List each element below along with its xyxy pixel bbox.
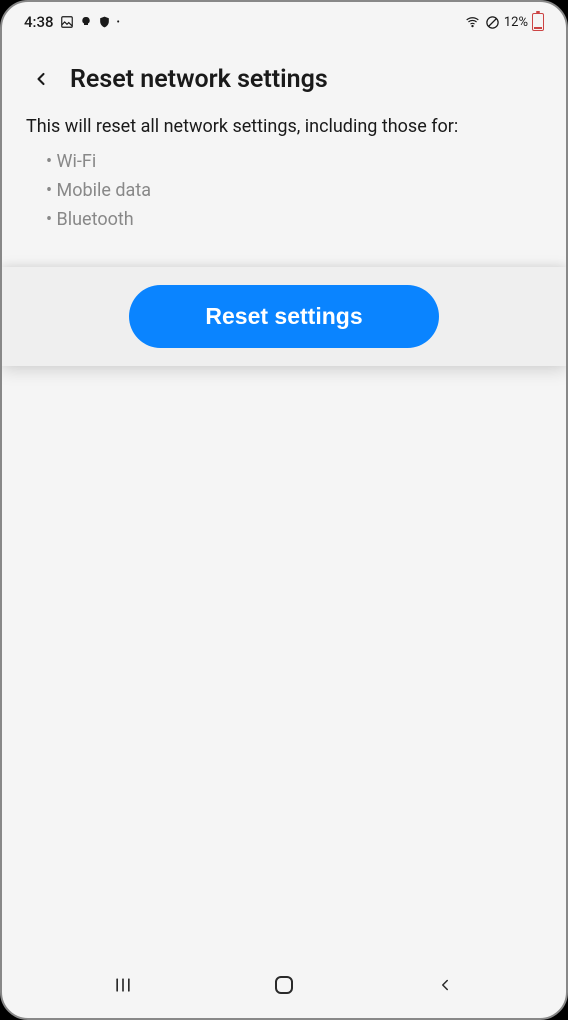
status-bar: 4:38 • 12% [2,2,566,38]
battery-icon [532,13,544,31]
battery-percent: 12% [504,15,528,30]
home-button[interactable] [244,965,324,1005]
back-button[interactable] [26,64,56,94]
list-item: Mobile data [46,177,542,206]
no-signal-icon [485,15,500,30]
nav-bar [2,958,566,1018]
wifi-icon [464,15,481,29]
back-nav-button[interactable] [405,965,485,1005]
list-item: Wi-Fi [46,148,542,177]
reset-settings-button[interactable]: Reset settings [129,285,439,348]
page-title: Reset network settings [70,65,328,94]
recents-button[interactable] [83,965,163,1005]
list-item: Bluetooth [46,206,542,235]
image-icon [60,15,74,29]
shield-icon [98,15,111,29]
bullet-list: Wi-Fi Mobile data Bluetooth [2,142,566,246]
intro-text: This will reset all network settings, in… [2,108,566,142]
dot-icon: • [117,17,120,28]
action-bar: Reset settings [2,267,566,366]
bulb-icon [80,15,92,29]
status-time: 4:38 [24,13,54,31]
